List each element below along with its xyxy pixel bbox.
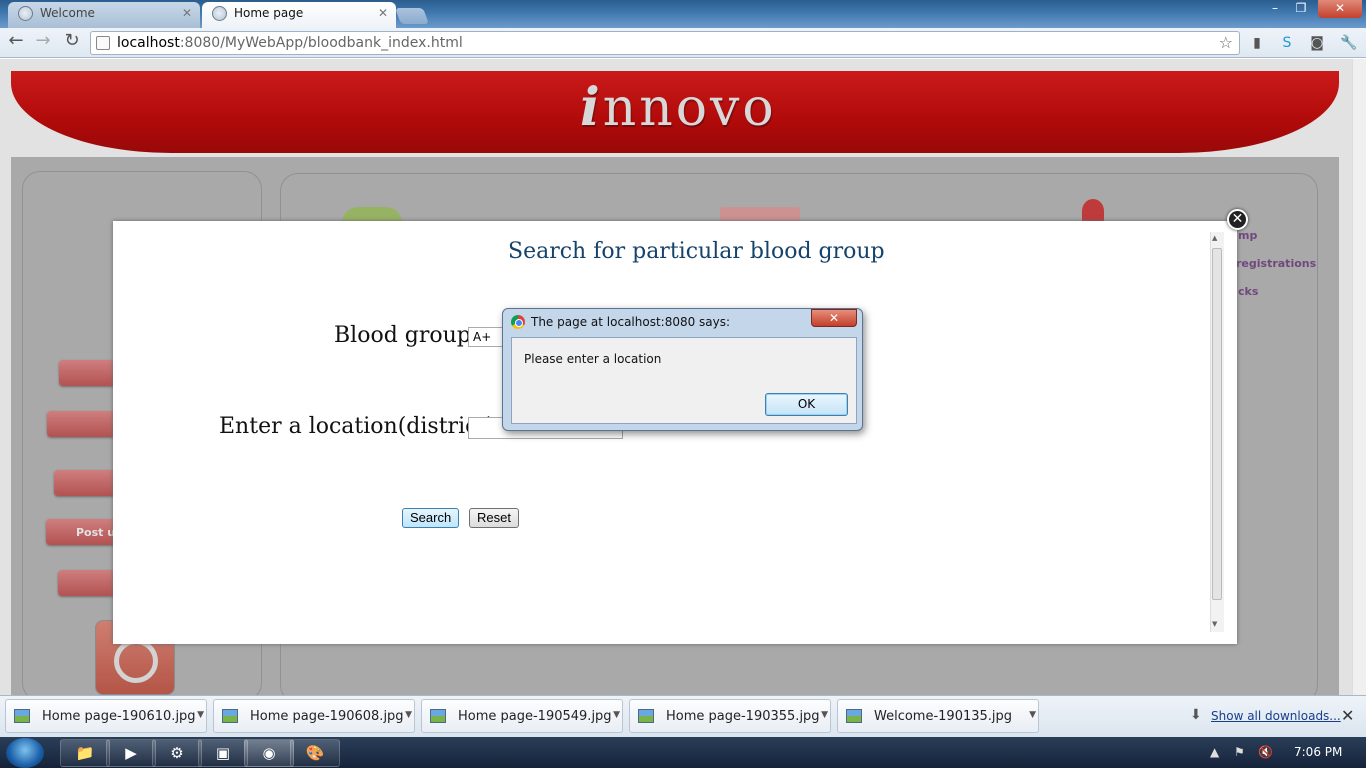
wrench-icon[interactable]: 🔧 [1340, 34, 1358, 52]
download-item[interactable]: Home page-190610.jpg ▼ [5, 699, 207, 733]
modal-close-icon[interactable]: ✕ [1227, 209, 1248, 230]
tab-home-page[interactable]: Home page ✕ [202, 2, 396, 28]
dropdown-arrow-icon[interactable]: ▼ [405, 710, 412, 720]
clock[interactable]: 7:06 PM [1294, 745, 1342, 759]
alert-body: Please enter a location OK [511, 337, 857, 424]
start-button[interactable] [6, 738, 44, 768]
close-shelf-icon[interactable]: ✕ [1341, 706, 1354, 725]
chrome-taskbar-icon[interactable]: ◉ [244, 739, 294, 767]
chrome-icon [511, 315, 525, 329]
image-file-icon [638, 709, 654, 723]
image-file-icon [430, 709, 446, 723]
media-player-icon[interactable]: ▶ [106, 739, 156, 767]
download-arrow-icon: ⬇ [1190, 707, 1202, 723]
location-label: Enter a location(district): [219, 414, 503, 439]
volume-muted-icon[interactable]: 🔇 [1258, 745, 1273, 759]
download-item[interactable]: Home page-190549.jpg ▼ [421, 699, 623, 733]
blood-group-label: Blood group: [334, 323, 479, 348]
close-window-icon[interactable]: ✕ [1318, 0, 1362, 18]
reload-icon[interactable]: ↻ [61, 31, 83, 53]
network-app-icon[interactable]: ▣ [198, 739, 248, 767]
alert-close-icon[interactable]: ✕ [811, 309, 857, 327]
settings-icon[interactable]: ⚙ [152, 739, 202, 767]
action-center-icon[interactable]: ⚑ [1234, 745, 1245, 759]
forward-icon[interactable]: → [32, 31, 54, 53]
new-tab-button[interactable] [395, 8, 429, 24]
restore-icon[interactable]: ❐ [1292, 0, 1310, 18]
tab-title: Home page [234, 6, 304, 20]
javascript-alert-dialog: The page at localhost:8080 says: ✕ Pleas… [502, 308, 863, 431]
camera-icon[interactable]: ◙ [1308, 34, 1326, 52]
search-modal: Search for particular blood group Blood … [113, 221, 1237, 644]
image-file-icon [14, 709, 30, 723]
dropdown-arrow-icon[interactable]: ▼ [1029, 710, 1036, 720]
page-icon [96, 36, 110, 50]
url-text: localhost:8080/MyWebApp/bloodbank_index.… [117, 35, 463, 51]
tab-welcome[interactable]: Welcome ✕ [8, 2, 200, 28]
close-tab-icon[interactable]: ✕ [378, 2, 388, 24]
download-item[interactable]: Welcome-190135.jpg ▼ [837, 699, 1039, 733]
tab-title: Welcome [40, 6, 95, 20]
download-shelf: Home page-190610.jpg ▼ Home page-190608.j… [0, 695, 1366, 737]
explorer-icon[interactable]: 📁 [60, 739, 110, 767]
ok-button[interactable]: OK [765, 393, 848, 416]
close-tab-icon[interactable]: ✕ [182, 2, 192, 24]
scroll-up-icon[interactable]: ▲ [1212, 234, 1217, 242]
scroll-thumb[interactable] [1212, 248, 1222, 600]
show-all-downloads-link[interactable]: Show all downloads... [1211, 709, 1341, 723]
blood-group-select[interactable]: A+ [468, 327, 504, 347]
reset-button[interactable]: Reset [469, 508, 519, 528]
signal-icon[interactable]: ▮ [1248, 34, 1266, 52]
search-button[interactable]: Search [402, 508, 460, 528]
modal-scrollbar[interactable]: ▲ ▼ [1210, 232, 1224, 632]
back-icon[interactable]: ← [5, 31, 27, 53]
dropdown-arrow-icon[interactable]: ▼ [197, 710, 204, 720]
image-file-icon [222, 709, 238, 723]
download-item[interactable]: Home page-190608.jpg ▼ [213, 699, 415, 733]
globe-icon [212, 6, 227, 21]
skype-icon[interactable]: S [1278, 34, 1296, 52]
show-hidden-icons[interactable]: ▲ [1210, 745, 1219, 759]
address-bar[interactable]: localhost:8080/MyWebApp/bloodbank_index.… [90, 31, 1240, 55]
image-file-icon [846, 709, 862, 723]
modal-title: Search for particular blood group [508, 239, 885, 264]
download-item[interactable]: Home page-190355.jpg ▼ [629, 699, 831, 733]
dropdown-arrow-icon[interactable]: ▼ [613, 710, 620, 720]
bookmark-star-icon[interactable]: ☆ [1219, 33, 1233, 52]
minimize-icon[interactable]: – [1266, 0, 1284, 18]
scroll-down-icon[interactable]: ▼ [1212, 620, 1217, 628]
paint-icon[interactable]: 🎨 [290, 739, 340, 767]
page-scrollbar[interactable] [1352, 59, 1366, 695]
alert-message: Please enter a location [524, 352, 662, 366]
globe-icon [18, 6, 33, 21]
alert-title: The page at localhost:8080 says: [531, 315, 731, 329]
dropdown-arrow-icon[interactable]: ▼ [821, 710, 828, 720]
